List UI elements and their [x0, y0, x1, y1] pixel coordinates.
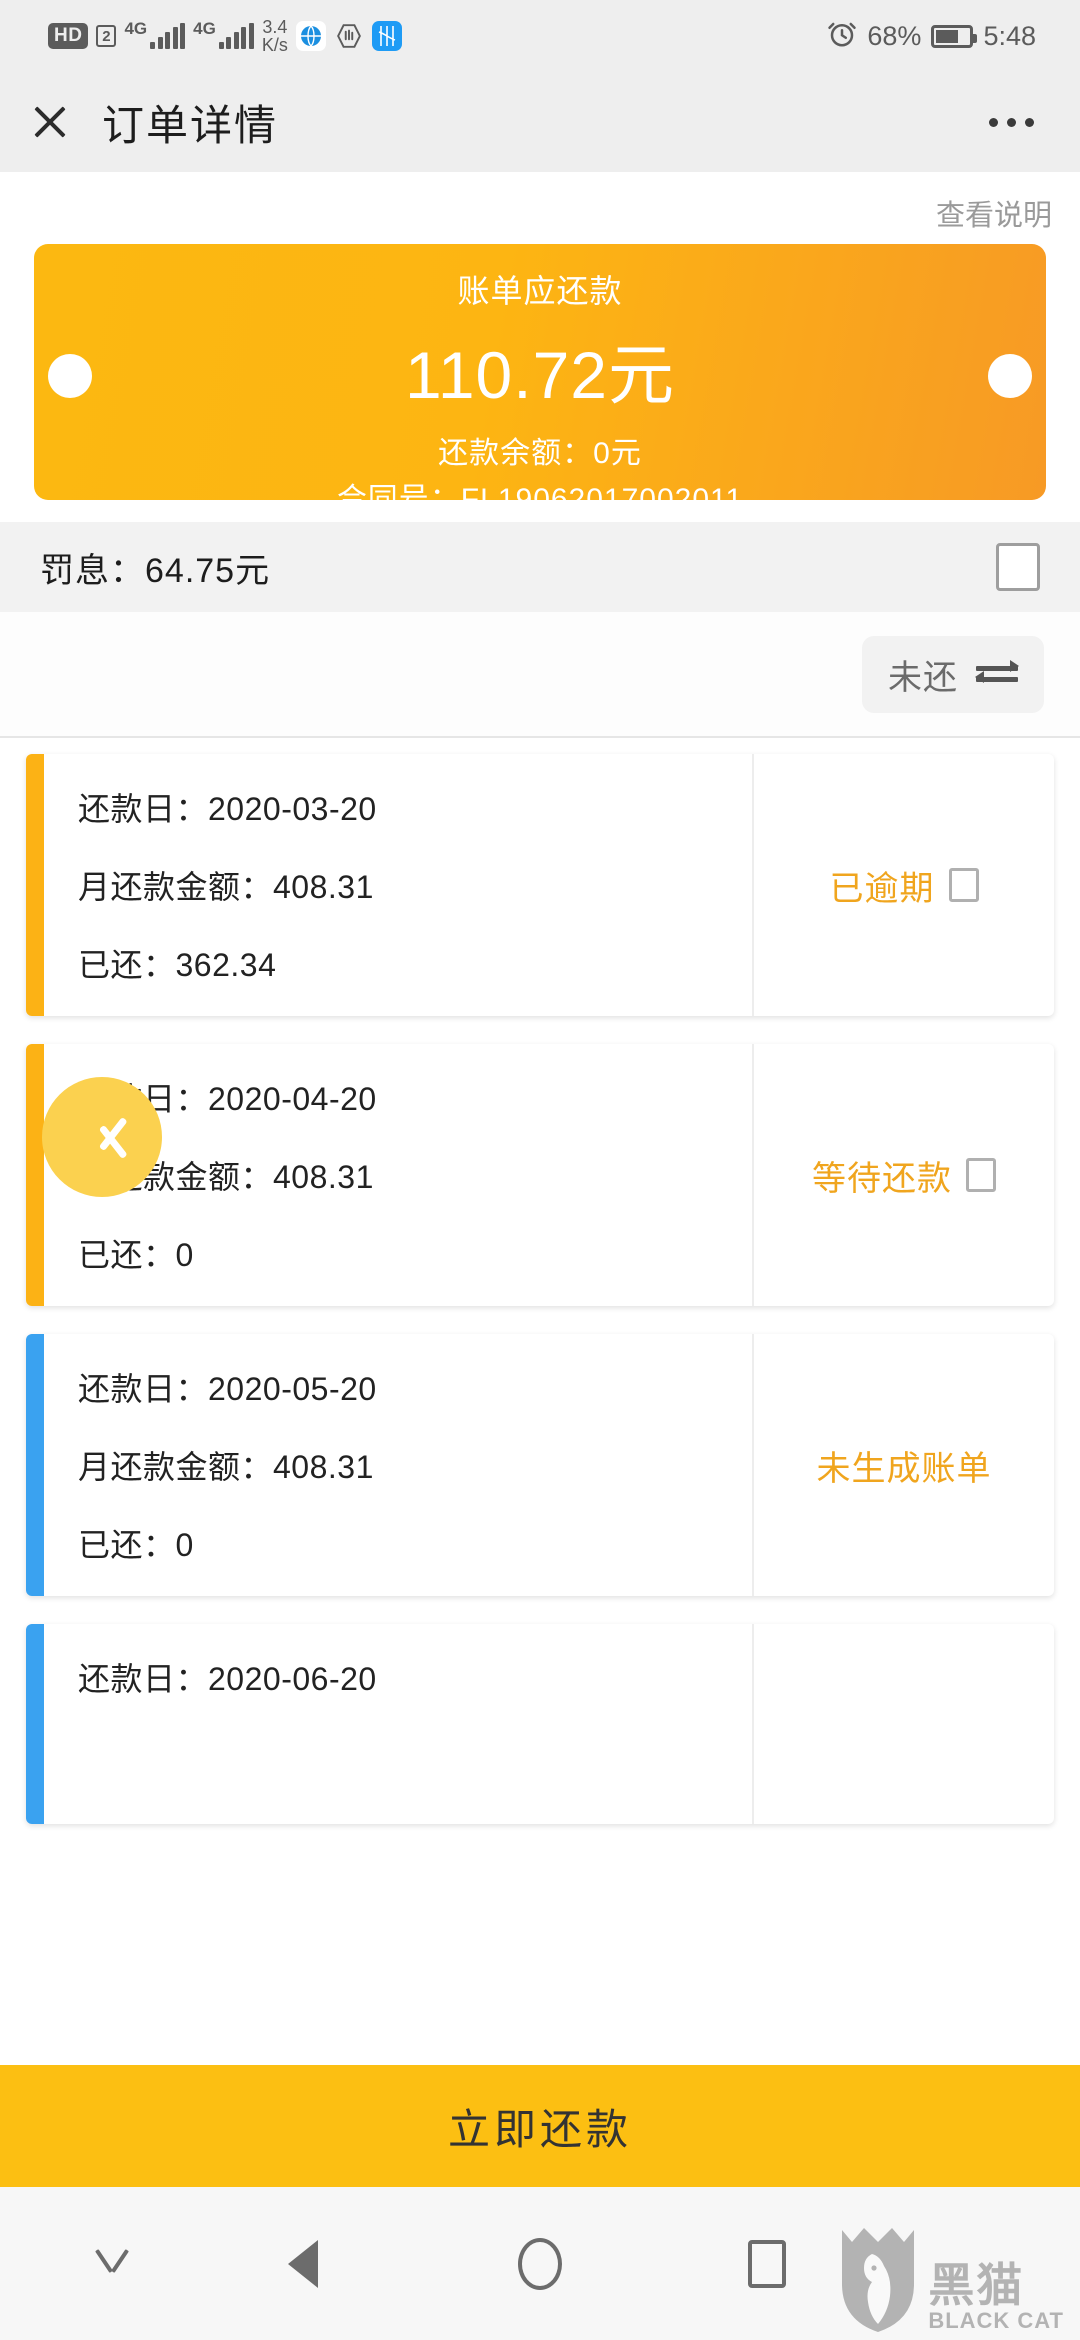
row-details: 还款日：2020-03-20 月还款金额：408.31 已还：362.34: [44, 754, 754, 1016]
row-accent-bar: [26, 754, 44, 1016]
unpaid-filter-button[interactable]: 未还: [862, 635, 1044, 713]
network-speed-unit: K/s: [261, 35, 288, 55]
repayment-date-label: 还款日：2020-03-20: [78, 791, 377, 827]
unpaid-filter-label: 未还: [888, 658, 958, 697]
row-accent-bar: [26, 1334, 44, 1596]
repay-now-button[interactable]: 立即还款: [0, 2065, 1080, 2187]
repayment-balance-label: 还款余额：0元: [438, 437, 642, 470]
home-circle-icon[interactable]: [518, 2237, 562, 2290]
chevron-down-icon[interactable]: [90, 2242, 134, 2286]
penalty-interest-row[interactable]: 罚息：64.75元: [0, 522, 1080, 612]
globe-icon: [295, 21, 326, 51]
paid-amount-label: 已还：362.34: [78, 947, 277, 983]
status-bar: HD 2 4G 4G 3.4 K/s 68% 5:48: [0, 0, 1080, 72]
signal-bars-2: [218, 23, 254, 49]
penalty-interest-checkbox[interactable]: [996, 543, 1040, 591]
app-header: 订单详情: [0, 72, 1080, 172]
row-status-cell: [754, 1624, 1054, 1824]
signal-1-icon: 4G: [124, 19, 186, 49]
status-bar-right: 68% 5:48: [827, 19, 1036, 54]
bill-ticket-card: 账单应还款 110.72元 还款余额：0元 合同号：FL190620170020…: [34, 244, 1046, 500]
repayment-date-label: 还款日：2020-04-20: [78, 1081, 377, 1117]
bill-due-amount: 110.72元: [405, 338, 675, 412]
do-not-disturb-icon: [334, 21, 364, 51]
ticket-notch-right: [988, 354, 1032, 398]
close-icon[interactable]: [24, 96, 76, 148]
view-instructions-link[interactable]: 查看说明: [0, 172, 1080, 244]
alarm-icon: [827, 19, 857, 54]
signal-2-icon: 4G: [193, 19, 254, 49]
table-row[interactable]: 还款日：2020-05-20 月还款金额：408.31 已还：0 未生成账单: [26, 1334, 1054, 1596]
network-type-2-label: 4G: [193, 19, 216, 38]
contract-number-label: 合同号：FL19062017002011: [336, 483, 744, 500]
filter-row: 未还: [0, 612, 1080, 738]
sort-swap-icon: [975, 660, 1019, 687]
signal-bars-1: [150, 23, 186, 49]
ticket-notch-left: [48, 354, 92, 398]
table-row[interactable]: 还款日：2020-06-20: [26, 1624, 1054, 1824]
battery-percent-label: 68%: [867, 20, 922, 51]
repay-now-label: 立即还款: [447, 2105, 632, 2153]
back-triangle-icon[interactable]: [288, 2239, 318, 2288]
network-type-1-label: 4G: [124, 19, 148, 38]
row-details: 还款日：2020-05-20 月还款金额：408.31 已还：0: [44, 1334, 754, 1596]
network-speed-indicator: 3.4 K/s: [262, 18, 288, 54]
monthly-amount-label: 月还款金额：408.31: [78, 1449, 374, 1485]
sim2-icon: 2: [96, 25, 117, 47]
row-status-cell: 等待还款: [754, 1044, 1054, 1306]
monthly-amount-label: 月还款金额：408.31: [78, 1159, 374, 1195]
row-status-cell: 已逾期: [754, 754, 1054, 1016]
status-badge: 等待还款: [812, 1159, 952, 1198]
penalty-interest-label: 罚息：64.75元: [40, 551, 271, 590]
repayment-plan-list: 还款日：2020-03-20 月还款金额：408.31 已还：362.34 已逾…: [0, 738, 1080, 1824]
main-content: 查看说明 账单应还款 110.72元 还款余额：0元 合同号：FL1906201…: [0, 172, 1080, 2065]
row-checkbox[interactable]: [948, 868, 979, 902]
row-status-cell: 未生成账单: [754, 1334, 1054, 1596]
app-badge-icon: [371, 21, 402, 51]
watermark-en-label: BLACK CAT: [928, 2308, 1064, 2333]
battery-icon: [931, 24, 978, 48]
hd-icon: HD: [48, 23, 89, 49]
bill-due-label: 账单应还款: [457, 273, 623, 309]
row-details: 还款日：2020-06-20: [44, 1624, 754, 1824]
paid-amount-label: 已还：0: [78, 1527, 194, 1563]
status-badge: 已逾期: [829, 869, 935, 908]
watermark-texts: 黑猫 BLACK CAT: [928, 2259, 1064, 2334]
watermark: 黑猫 BLACK CAT: [838, 2224, 1064, 2334]
repayment-date-label: 还款日：2020-06-20: [78, 1661, 377, 1697]
floating-back-button[interactable]: [42, 1077, 162, 1197]
bill-summary-section: 账单应还款 110.72元 还款余额：0元 合同号：FL190620170020…: [0, 244, 1080, 500]
row-accent-bar: [26, 1624, 44, 1824]
page-title: 订单详情: [102, 101, 279, 149]
table-row[interactable]: 还款日：2020-04-20 月还款金额：408.31 已还：0 等待还款: [26, 1044, 1054, 1306]
repayment-date-label: 还款日：2020-05-20: [78, 1371, 377, 1407]
system-navigation-bar: 黑猫 BLACK CAT: [0, 2187, 1080, 2340]
black-cat-logo-icon: [842, 2228, 915, 2332]
network-speed-value: 3.4: [262, 17, 288, 37]
table-row[interactable]: 还款日：2020-03-20 月还款金额：408.31 已还：362.34 已逾…: [26, 754, 1054, 1016]
status-badge: 未生成账单: [816, 1449, 992, 1488]
row-accent-bar: [26, 1044, 44, 1306]
paid-amount-label: 已还：0: [78, 1237, 194, 1273]
back-arrow-icon: [76, 1111, 128, 1163]
row-details: 还款日：2020-04-20 月还款金额：408.31 已还：0: [44, 1044, 754, 1306]
recents-square-icon[interactable]: [748, 2239, 786, 2288]
status-bar-left: HD 2 4G 4G 3.4 K/s: [48, 18, 402, 54]
more-options-icon[interactable]: [989, 117, 1034, 127]
watermark-cn-label: 黑猫: [928, 2259, 1025, 2312]
clock-label: 5:48: [983, 20, 1036, 51]
phone-screen: HD 2 4G 4G 3.4 K/s 68% 5:48 订单详情 查看说明 账单…: [0, 0, 1080, 2340]
row-checkbox[interactable]: [966, 1158, 996, 1192]
monthly-amount-label: 月还款金额：408.31: [78, 869, 374, 905]
